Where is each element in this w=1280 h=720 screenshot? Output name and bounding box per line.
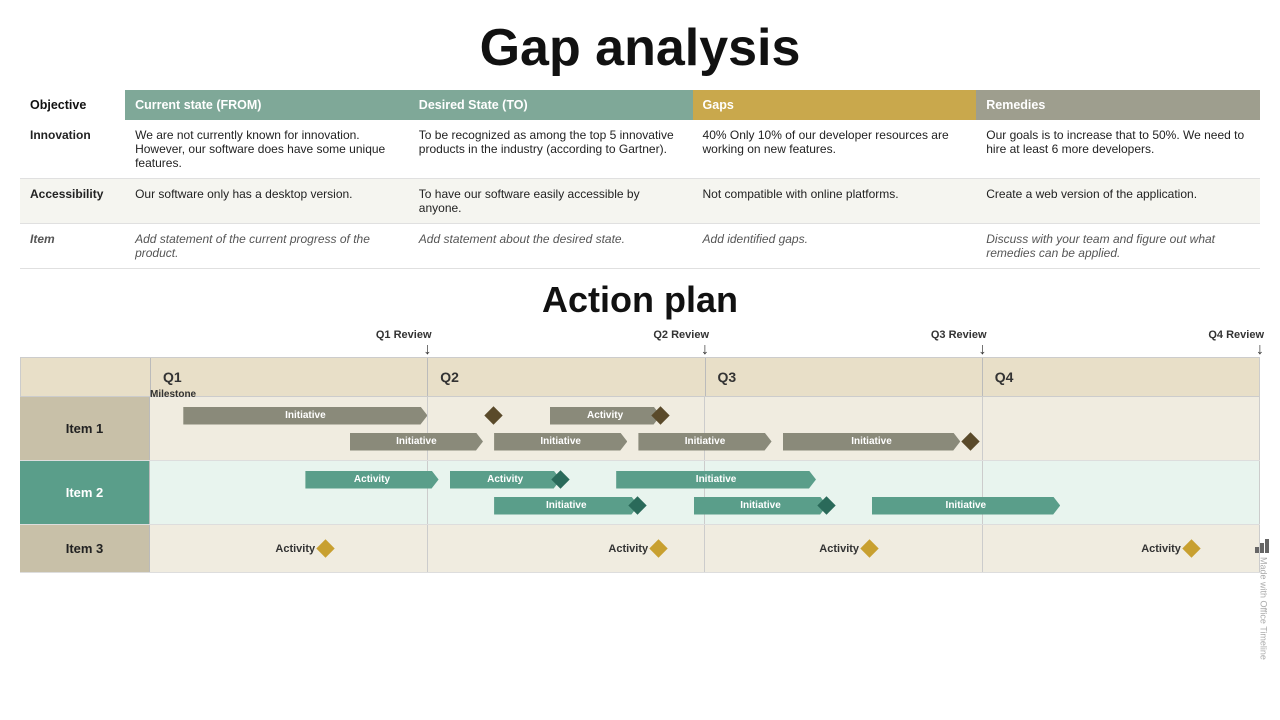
bar-activity: Activity	[550, 407, 661, 425]
diamond-text-label: Activity	[819, 543, 859, 555]
cell-objective-0: Innovation	[20, 120, 125, 179]
cell-gaps-0: 40% Only 10% of our developer resources …	[693, 120, 977, 179]
q4-segment: Q4	[983, 358, 1259, 396]
cell-desired-1: To have our software easily accessible b…	[409, 179, 693, 224]
diamond-marker	[484, 406, 502, 424]
action-plan-title: Action plan	[0, 269, 1280, 329]
watermark: Made with Office Timeline	[1255, 539, 1272, 660]
cell-objective-2: Item	[20, 224, 125, 269]
timeline-container: Q1 Review↓ Q2 Review↓ Q3 Review↓ Q4 Revi…	[20, 329, 1260, 573]
bar-initiative: Initiative	[872, 497, 1061, 515]
gantt-row-3: Item 3 Activity Activity Activity Activity	[20, 525, 1260, 573]
diamond-marker	[962, 432, 980, 450]
gold-diamond	[860, 539, 878, 557]
row-content-3: Activity Activity Activity Activity	[150, 525, 1260, 572]
diamond-text-label: Activity	[608, 543, 648, 555]
gold-diamond	[1182, 539, 1200, 557]
label-diamond-group: Activity	[1141, 542, 1198, 555]
row-label-1: Item 1	[20, 397, 150, 460]
gold-diamond	[316, 539, 334, 557]
cell-current-1: Our software only has a desktop version.	[125, 179, 409, 224]
gold-diamond	[649, 539, 667, 557]
row-label-2: Item 2	[20, 461, 150, 524]
q2-review-label: Q2 Review↓	[653, 329, 709, 359]
page-title: Gap analysis	[0, 0, 1280, 90]
col-header-desired: Desired State (TO)	[409, 90, 693, 120]
col-header-current: Current state (FROM)	[125, 90, 409, 120]
q3-review-label: Q3 Review↓	[931, 329, 987, 359]
label-diamond-group: Activity	[819, 542, 876, 555]
cell-remedies-0: Our goals is to increase that to 50%. We…	[976, 120, 1260, 179]
cell-remedies-2: Discuss with your team and figure out wh…	[976, 224, 1260, 269]
cell-desired-0: To be recognized as among the top 5 inno…	[409, 120, 693, 179]
cell-current-2: Add statement of the current progress of…	[125, 224, 409, 269]
cell-desired-2: Add statement about the desired state.	[409, 224, 693, 269]
bar-activity: Activity	[450, 471, 561, 489]
cell-current-0: We are not currently known for innovatio…	[125, 120, 409, 179]
gantt-row-2: Item 2 Activity Activity Initiative Initiati…	[20, 461, 1260, 525]
bar-initiative: Initiative	[350, 433, 483, 451]
cell-gaps-2: Add identified gaps.	[693, 224, 977, 269]
col-header-remedies: Remedies	[976, 90, 1260, 120]
q2-segment: Q2	[428, 358, 705, 396]
diamond-text-label: Activity	[1141, 543, 1181, 555]
q4-review-label: Q4 Review↓	[1208, 329, 1264, 359]
gantt-row-1: Item 1MilestoneInitiativeActivityInitiat…	[20, 397, 1260, 461]
col-header-gaps: Gaps	[693, 90, 977, 120]
diamond-text-label: Activity	[275, 543, 315, 555]
bar-initiative: Initiative	[616, 471, 816, 489]
row-content-1: MilestoneInitiativeActivityInitiativeIni…	[150, 397, 1260, 460]
quarter-bar: Q1 Q2 Q3 Q4	[20, 357, 1260, 397]
bar-initiative: Initiative	[694, 497, 827, 515]
bar-activity: Activity	[305, 471, 438, 489]
cell-gaps-1: Not compatible with online platforms.	[693, 179, 977, 224]
bar-initiative: Initiative	[783, 433, 961, 451]
bar-initiative: Initiative	[183, 407, 427, 425]
milestone-label: Milestone	[150, 389, 196, 400]
gantt-rows: Item 1MilestoneInitiativeActivityInitiat…	[20, 397, 1260, 573]
gap-table: Objective Current state (FROM) Desired S…	[20, 90, 1260, 269]
cell-remedies-1: Create a web version of the application.	[976, 179, 1260, 224]
label-diamond-group: Activity	[275, 542, 332, 555]
col-header-objective: Objective	[20, 90, 125, 120]
q1-review-label: Q1 Review↓	[376, 329, 432, 359]
bar-initiative: Initiative	[638, 433, 771, 451]
q3-segment: Q3	[706, 358, 983, 396]
label-diamond-group: Activity	[608, 542, 665, 555]
row-label-3: Item 3	[20, 525, 150, 572]
cell-objective-1: Accessibility	[20, 179, 125, 224]
bar-initiative: Initiative	[494, 433, 627, 451]
row-content-2: Activity Activity Initiative Initiative Init…	[150, 461, 1260, 524]
bar-initiative: Initiative	[494, 497, 638, 515]
